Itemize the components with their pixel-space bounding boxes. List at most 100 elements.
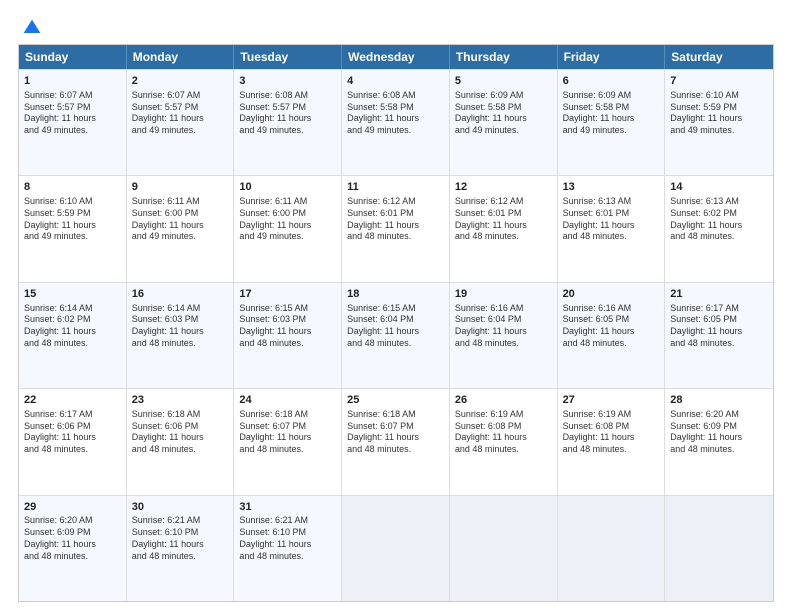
calendar-week: 1Sunrise: 6:07 AM Sunset: 5:57 PM Daylig… [19, 69, 773, 175]
weekday-header: Friday [558, 45, 666, 69]
day-info: Sunrise: 6:15 AM Sunset: 6:03 PM Dayligh… [239, 303, 336, 350]
calendar: SundayMondayTuesdayWednesdayThursdayFrid… [18, 44, 774, 602]
calendar-cell: 12Sunrise: 6:12 AM Sunset: 6:01 PM Dayli… [450, 176, 558, 281]
day-info: Sunrise: 6:08 AM Sunset: 5:58 PM Dayligh… [347, 90, 444, 137]
calendar-cell: 10Sunrise: 6:11 AM Sunset: 6:00 PM Dayli… [234, 176, 342, 281]
calendar-cell: 3Sunrise: 6:08 AM Sunset: 5:57 PM Daylig… [234, 70, 342, 175]
calendar-cell: 9Sunrise: 6:11 AM Sunset: 6:00 PM Daylig… [127, 176, 235, 281]
calendar-cell: 11Sunrise: 6:12 AM Sunset: 6:01 PM Dayli… [342, 176, 450, 281]
day-info: Sunrise: 6:18 AM Sunset: 6:07 PM Dayligh… [347, 409, 444, 456]
calendar-cell: 14Sunrise: 6:13 AM Sunset: 6:02 PM Dayli… [665, 176, 773, 281]
day-number: 2 [132, 74, 229, 89]
page: SundayMondayTuesdayWednesdayThursdayFrid… [0, 0, 792, 612]
calendar-cell: 15Sunrise: 6:14 AM Sunset: 6:02 PM Dayli… [19, 283, 127, 388]
day-info: Sunrise: 6:12 AM Sunset: 6:01 PM Dayligh… [455, 196, 552, 243]
weekday-header: Monday [127, 45, 235, 69]
day-info: Sunrise: 6:15 AM Sunset: 6:04 PM Dayligh… [347, 303, 444, 350]
calendar-cell: 31Sunrise: 6:21 AM Sunset: 6:10 PM Dayli… [234, 496, 342, 601]
day-number: 29 [24, 500, 121, 515]
calendar-cell: 21Sunrise: 6:17 AM Sunset: 6:05 PM Dayli… [665, 283, 773, 388]
day-info: Sunrise: 6:19 AM Sunset: 6:08 PM Dayligh… [563, 409, 660, 456]
calendar-cell [342, 496, 450, 601]
day-number: 20 [563, 287, 660, 302]
day-info: Sunrise: 6:14 AM Sunset: 6:02 PM Dayligh… [24, 303, 121, 350]
weekday-header: Tuesday [234, 45, 342, 69]
day-number: 27 [563, 393, 660, 408]
day-info: Sunrise: 6:07 AM Sunset: 5:57 PM Dayligh… [132, 90, 229, 137]
day-info: Sunrise: 6:21 AM Sunset: 6:10 PM Dayligh… [132, 515, 229, 562]
calendar-cell: 30Sunrise: 6:21 AM Sunset: 6:10 PM Dayli… [127, 496, 235, 601]
calendar-cell: 24Sunrise: 6:18 AM Sunset: 6:07 PM Dayli… [234, 389, 342, 494]
day-info: Sunrise: 6:14 AM Sunset: 6:03 PM Dayligh… [132, 303, 229, 350]
calendar-header: SundayMondayTuesdayWednesdayThursdayFrid… [19, 45, 773, 69]
calendar-week: 8Sunrise: 6:10 AM Sunset: 5:59 PM Daylig… [19, 175, 773, 281]
day-number: 1 [24, 74, 121, 89]
day-number: 9 [132, 180, 229, 195]
calendar-cell: 13Sunrise: 6:13 AM Sunset: 6:01 PM Dayli… [558, 176, 666, 281]
day-number: 25 [347, 393, 444, 408]
day-number: 21 [670, 287, 768, 302]
day-number: 28 [670, 393, 768, 408]
calendar-cell: 26Sunrise: 6:19 AM Sunset: 6:08 PM Dayli… [450, 389, 558, 494]
day-number: 15 [24, 287, 121, 302]
weekday-header: Wednesday [342, 45, 450, 69]
day-number: 8 [24, 180, 121, 195]
day-number: 24 [239, 393, 336, 408]
day-info: Sunrise: 6:10 AM Sunset: 5:59 PM Dayligh… [24, 196, 121, 243]
day-info: Sunrise: 6:20 AM Sunset: 6:09 PM Dayligh… [670, 409, 768, 456]
calendar-cell: 29Sunrise: 6:20 AM Sunset: 6:09 PM Dayli… [19, 496, 127, 601]
calendar-cell: 7Sunrise: 6:10 AM Sunset: 5:59 PM Daylig… [665, 70, 773, 175]
calendar-week: 22Sunrise: 6:17 AM Sunset: 6:06 PM Dayli… [19, 388, 773, 494]
calendar-cell: 18Sunrise: 6:15 AM Sunset: 6:04 PM Dayli… [342, 283, 450, 388]
logo-icon [22, 18, 42, 38]
calendar-cell: 17Sunrise: 6:15 AM Sunset: 6:03 PM Dayli… [234, 283, 342, 388]
calendar-cell: 8Sunrise: 6:10 AM Sunset: 5:59 PM Daylig… [19, 176, 127, 281]
day-info: Sunrise: 6:11 AM Sunset: 6:00 PM Dayligh… [132, 196, 229, 243]
calendar-cell: 23Sunrise: 6:18 AM Sunset: 6:06 PM Dayli… [127, 389, 235, 494]
day-info: Sunrise: 6:12 AM Sunset: 6:01 PM Dayligh… [347, 196, 444, 243]
weekday-header: Sunday [19, 45, 127, 69]
day-info: Sunrise: 6:19 AM Sunset: 6:08 PM Dayligh… [455, 409, 552, 456]
calendar-cell: 28Sunrise: 6:20 AM Sunset: 6:09 PM Dayli… [665, 389, 773, 494]
calendar-cell [558, 496, 666, 601]
day-number: 19 [455, 287, 552, 302]
day-info: Sunrise: 6:11 AM Sunset: 6:00 PM Dayligh… [239, 196, 336, 243]
calendar-cell [450, 496, 558, 601]
logo [18, 18, 42, 34]
day-number: 5 [455, 74, 552, 89]
day-info: Sunrise: 6:10 AM Sunset: 5:59 PM Dayligh… [670, 90, 768, 137]
weekday-header: Saturday [665, 45, 773, 69]
calendar-week: 15Sunrise: 6:14 AM Sunset: 6:02 PM Dayli… [19, 282, 773, 388]
calendar-cell: 25Sunrise: 6:18 AM Sunset: 6:07 PM Dayli… [342, 389, 450, 494]
day-info: Sunrise: 6:17 AM Sunset: 6:06 PM Dayligh… [24, 409, 121, 456]
calendar-cell: 19Sunrise: 6:16 AM Sunset: 6:04 PM Dayli… [450, 283, 558, 388]
day-info: Sunrise: 6:18 AM Sunset: 6:06 PM Dayligh… [132, 409, 229, 456]
calendar-week: 29Sunrise: 6:20 AM Sunset: 6:09 PM Dayli… [19, 495, 773, 601]
calendar-cell: 16Sunrise: 6:14 AM Sunset: 6:03 PM Dayli… [127, 283, 235, 388]
day-info: Sunrise: 6:16 AM Sunset: 6:05 PM Dayligh… [563, 303, 660, 350]
day-number: 23 [132, 393, 229, 408]
day-number: 14 [670, 180, 768, 195]
day-info: Sunrise: 6:21 AM Sunset: 6:10 PM Dayligh… [239, 515, 336, 562]
day-number: 18 [347, 287, 444, 302]
day-info: Sunrise: 6:13 AM Sunset: 6:02 PM Dayligh… [670, 196, 768, 243]
day-number: 7 [670, 74, 768, 89]
day-number: 17 [239, 287, 336, 302]
header [18, 18, 774, 34]
day-number: 16 [132, 287, 229, 302]
day-info: Sunrise: 6:08 AM Sunset: 5:57 PM Dayligh… [239, 90, 336, 137]
calendar-cell [665, 496, 773, 601]
day-number: 3 [239, 74, 336, 89]
calendar-cell: 4Sunrise: 6:08 AM Sunset: 5:58 PM Daylig… [342, 70, 450, 175]
calendar-cell: 22Sunrise: 6:17 AM Sunset: 6:06 PM Dayli… [19, 389, 127, 494]
day-number: 31 [239, 500, 336, 515]
day-info: Sunrise: 6:13 AM Sunset: 6:01 PM Dayligh… [563, 196, 660, 243]
day-info: Sunrise: 6:07 AM Sunset: 5:57 PM Dayligh… [24, 90, 121, 137]
calendar-cell: 20Sunrise: 6:16 AM Sunset: 6:05 PM Dayli… [558, 283, 666, 388]
day-number: 4 [347, 74, 444, 89]
calendar-cell: 6Sunrise: 6:09 AM Sunset: 5:58 PM Daylig… [558, 70, 666, 175]
calendar-cell: 5Sunrise: 6:09 AM Sunset: 5:58 PM Daylig… [450, 70, 558, 175]
day-number: 10 [239, 180, 336, 195]
day-info: Sunrise: 6:09 AM Sunset: 5:58 PM Dayligh… [455, 90, 552, 137]
day-info: Sunrise: 6:17 AM Sunset: 6:05 PM Dayligh… [670, 303, 768, 350]
